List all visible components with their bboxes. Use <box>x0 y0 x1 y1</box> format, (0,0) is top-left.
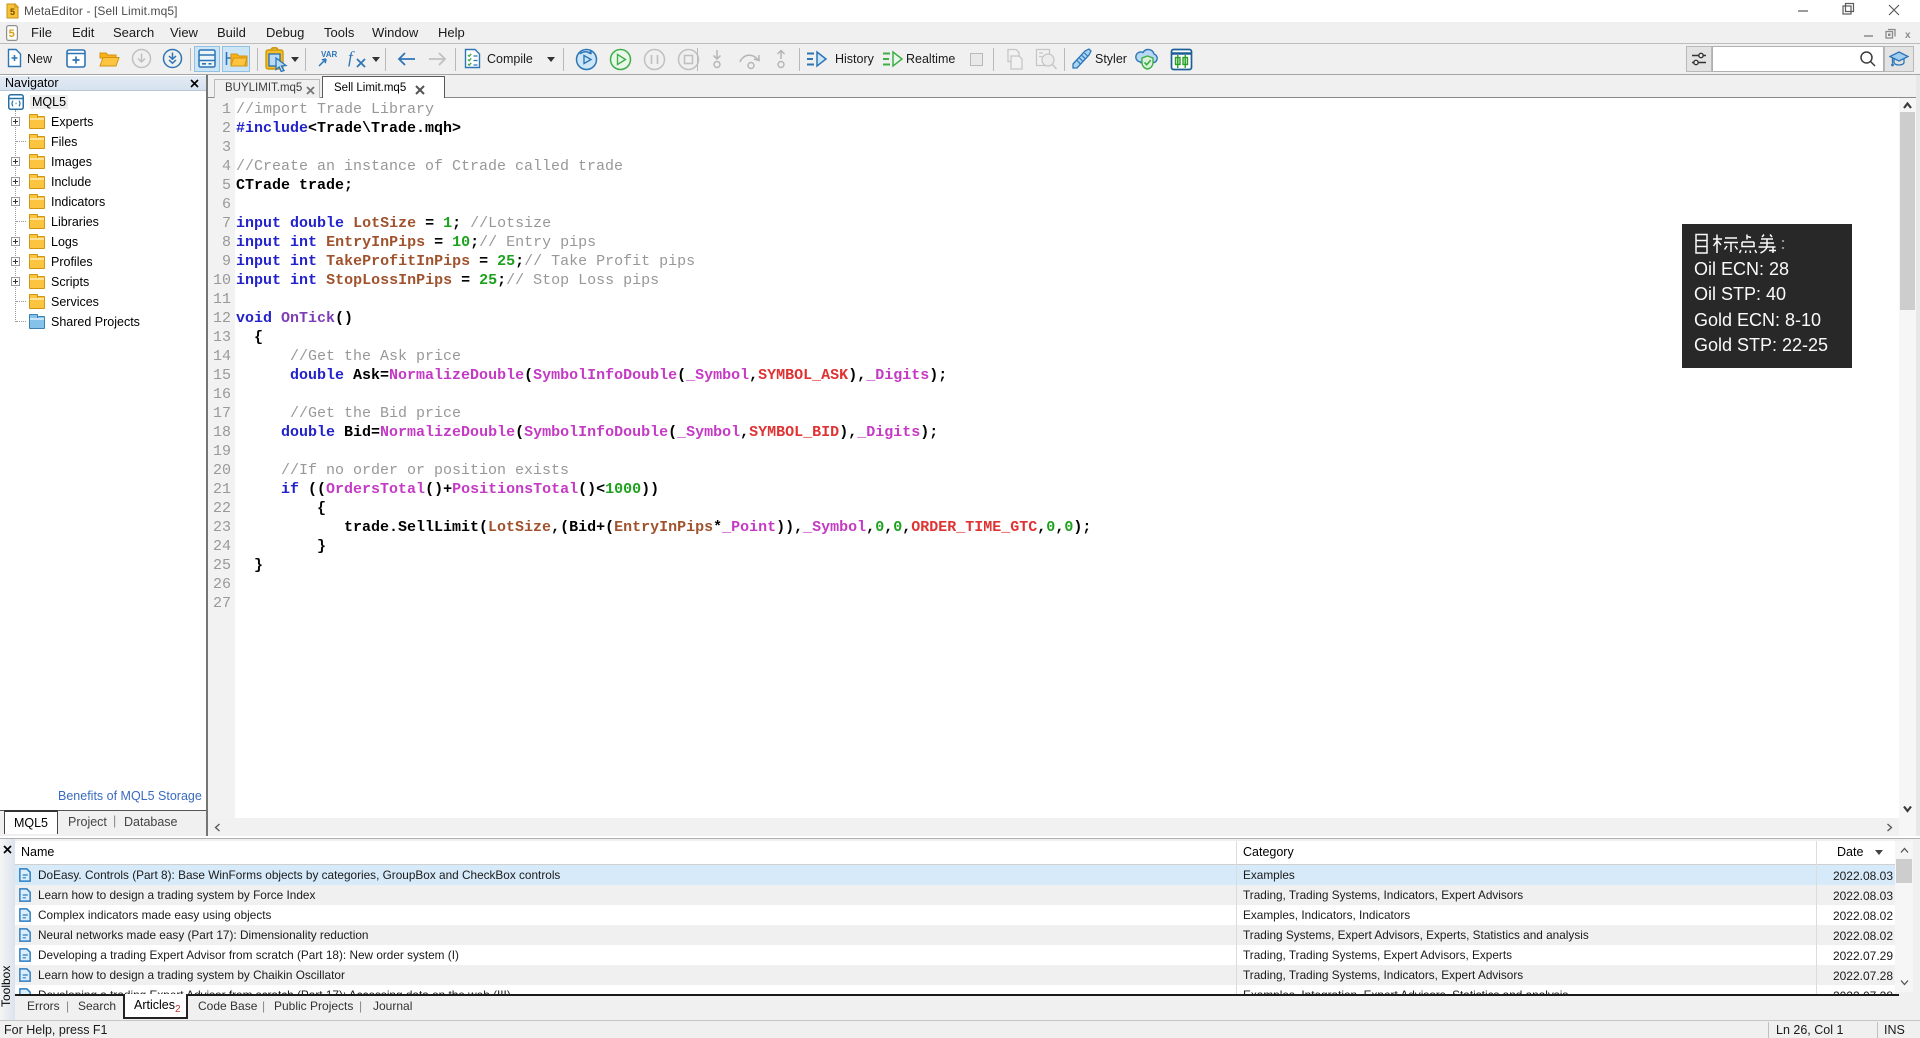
svg-text:x: x <box>1905 30 1911 40</box>
svg-text:VAR: VAR <box>321 50 338 59</box>
svg-text:5: 5 <box>9 28 15 40</box>
svg-text:f: f <box>348 48 355 67</box>
svg-text:5: 5 <box>10 7 15 17</box>
